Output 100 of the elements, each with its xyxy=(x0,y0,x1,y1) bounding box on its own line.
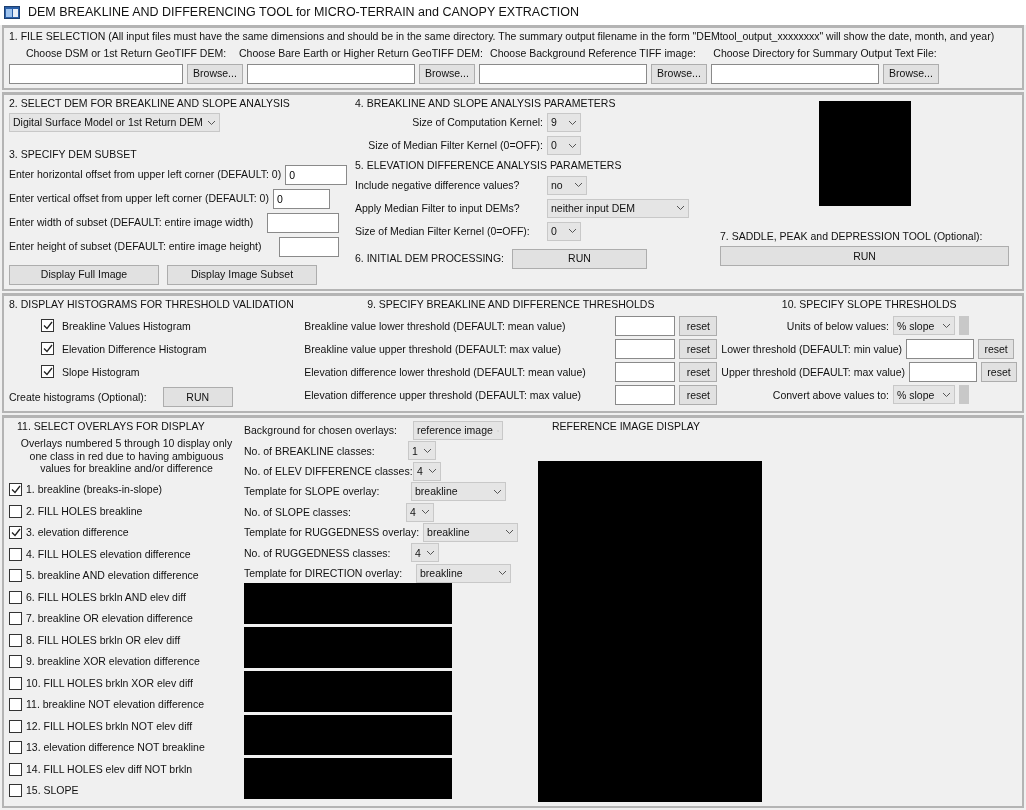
dropdown[interactable]: no xyxy=(547,175,587,195)
checkbox[interactable] xyxy=(9,547,22,561)
text-field[interactable] xyxy=(247,63,415,84)
dropdown[interactable]: 0 xyxy=(547,221,581,241)
field-label: Create histograms (Optional): xyxy=(9,391,147,404)
dropdown[interactable]: % slope xyxy=(893,385,955,405)
checkbox[interactable] xyxy=(41,365,54,379)
checkbox[interactable] xyxy=(9,526,22,539)
section-heading: 3. SPECIFY DEM SUBSET xyxy=(9,148,138,161)
checkbox[interactable] xyxy=(9,698,22,711)
checkbox-label: 1. breakline (breaks-in-slope) xyxy=(26,483,162,496)
checkbox[interactable] xyxy=(9,590,22,604)
dropdown[interactable]: reference image xyxy=(413,421,503,441)
text-field[interactable]: 0 xyxy=(285,164,348,185)
checkbox-label: 15. SLOPE xyxy=(26,784,79,797)
text-field[interactable] xyxy=(267,212,339,233)
field-label: Choose DSM or 1st Return GeoTIFF DEM: xyxy=(25,47,227,60)
dropdown[interactable]: 1 xyxy=(408,441,436,461)
checkbox-label: 6. FILL HOLES brkln AND elev diff xyxy=(26,590,186,604)
reset-button[interactable]: reset xyxy=(679,315,718,336)
field-label: Include negative difference values? xyxy=(355,179,521,192)
checkbox-label: 3. elevation difference xyxy=(26,526,129,539)
checkbox[interactable] xyxy=(9,655,22,668)
section-heading: 4. BREAKLINE AND SLOPE ANALYSIS PARAMETERS xyxy=(355,96,617,110)
run-button[interactable]: RUN xyxy=(720,246,1009,267)
checkbox[interactable] xyxy=(41,319,54,333)
reset-button[interactable]: reset xyxy=(981,361,1017,382)
run-button[interactable]: RUN xyxy=(512,248,647,269)
field-label: Upper threshold (DEFAULT: max value) xyxy=(721,365,905,379)
display-button[interactable]: Display Image Subset xyxy=(167,264,317,285)
note-text: Overlays numbered 5 through 10 display only one class in red due to having ambiguous values for breakline and/or difference xyxy=(19,436,234,475)
browse-button[interactable]: Browse... xyxy=(883,63,939,84)
handle xyxy=(959,316,969,336)
text-field[interactable] xyxy=(909,361,977,382)
section-heading: 10. SPECIFY SLOPE THRESHOLDS xyxy=(780,297,958,311)
checkbox[interactable] xyxy=(9,504,22,518)
field-label: Enter height of subset (DEFAULT: entire image height) xyxy=(9,240,262,254)
field-label: Size of Median Filter Kernel (0=OFF): xyxy=(367,139,543,152)
section-heading: 11. SELECT OVERLAYS FOR DISPLAY xyxy=(17,420,206,433)
field-label: Template for RUGGEDNESS overlay: xyxy=(244,526,420,539)
field-label: Elevation difference lower threshold (DEFAULT: mean value) xyxy=(304,365,586,379)
checkbox[interactable] xyxy=(9,676,22,690)
text-field[interactable] xyxy=(615,361,676,382)
checkbox[interactable] xyxy=(9,612,22,625)
checkbox[interactable] xyxy=(41,342,54,356)
section-heading: 1. FILE SELECTION (All input files must have the same dimensions and should be in the same directory. The summary output filename in the form "DEMtool_output_xxxxxxxx" will show the date, month, and year) xyxy=(9,30,996,43)
checkbox-label: Elevation Difference Histogram xyxy=(62,342,207,356)
browse-button[interactable]: Browse... xyxy=(419,63,475,84)
reset-button[interactable]: reset xyxy=(679,361,718,382)
text-field[interactable]: 0 xyxy=(272,188,330,209)
checkbox-label: 5. breakline AND elevation difference xyxy=(26,569,199,582)
text-field[interactable] xyxy=(615,315,676,336)
run-button[interactable]: RUN xyxy=(162,387,233,408)
dropdown[interactable]: 0 xyxy=(547,136,581,156)
field-label: No. of RUGGEDNESS classes: xyxy=(244,546,392,560)
section-heading: 7. SADDLE, PEAK and DEPRESSION TOOL (Optional): xyxy=(720,229,984,243)
dropdown[interactable]: breakline xyxy=(416,563,511,583)
checkbox[interactable] xyxy=(9,719,22,733)
checkbox-label: 9. breakline XOR elevation difference xyxy=(26,655,200,668)
section-heading: 2. SELECT DEM FOR BREAKLINE AND SLOPE ANALYSIS xyxy=(9,96,291,110)
display-button[interactable]: Display Full Image xyxy=(9,264,159,285)
dropdown[interactable]: % slope xyxy=(893,316,955,336)
browse-button[interactable]: Browse... xyxy=(651,63,707,84)
dropdown[interactable]: breakline xyxy=(423,522,519,542)
checkbox[interactable] xyxy=(9,741,22,754)
checkbox-label: Slope Histogram xyxy=(62,365,140,379)
checkbox-label: 4. FILL HOLES elevation difference xyxy=(26,547,191,561)
checkbox[interactable] xyxy=(9,762,22,776)
dropdown[interactable]: 4 xyxy=(406,502,434,522)
dropdown[interactable]: 9 xyxy=(547,113,581,133)
checkbox-label: 11. breakline NOT elevation difference xyxy=(26,698,205,711)
field-label: Size of Median Filter Kernel (0=OFF): xyxy=(355,225,531,238)
text-field[interactable] xyxy=(279,236,339,257)
section-heading: 5. ELEVATION DIFFERENCE ANALYSIS PARAMETERS xyxy=(355,159,623,172)
checkbox-label: Breakline Values Histogram xyxy=(62,319,191,333)
browse-button[interactable]: Browse... xyxy=(187,63,243,84)
field-label: Choose Background Reference TIFF image: xyxy=(490,47,696,60)
dropdown[interactable]: neither input DEM xyxy=(547,198,689,218)
dropdown[interactable]: breakline xyxy=(411,482,506,502)
text-field[interactable] xyxy=(479,63,647,84)
dropdown[interactable]: 4 xyxy=(411,543,439,563)
section-heading: 8. DISPLAY HISTOGRAMS FOR THRESHOLD VALIDATION xyxy=(9,297,295,311)
section-heading: REFERENCE IMAGE DISPLAY xyxy=(552,420,700,433)
checkbox-label: 14. FILL HOLES elev diff NOT brkln xyxy=(26,762,193,776)
reset-button[interactable]: reset xyxy=(679,338,718,359)
checkbox[interactable] xyxy=(9,483,22,496)
dropdown[interactable]: Digital Surface Model or 1st Return DEM xyxy=(9,113,220,133)
checkbox[interactable] xyxy=(9,784,22,797)
field-label: Template for SLOPE overlay: xyxy=(244,485,381,498)
text-field[interactable] xyxy=(615,338,676,359)
text-field[interactable] xyxy=(711,63,879,84)
checkbox[interactable] xyxy=(9,633,22,647)
text-field[interactable] xyxy=(906,338,975,359)
dropdown[interactable]: 4 xyxy=(413,461,441,481)
reset-button[interactable]: reset xyxy=(978,338,1015,359)
checkbox[interactable] xyxy=(9,569,22,582)
reset-button[interactable]: reset xyxy=(679,384,718,405)
text-field[interactable] xyxy=(9,63,183,84)
text-field[interactable] xyxy=(615,384,676,405)
section-heading: 6. INITIAL DEM PROCESSING: xyxy=(355,252,504,266)
